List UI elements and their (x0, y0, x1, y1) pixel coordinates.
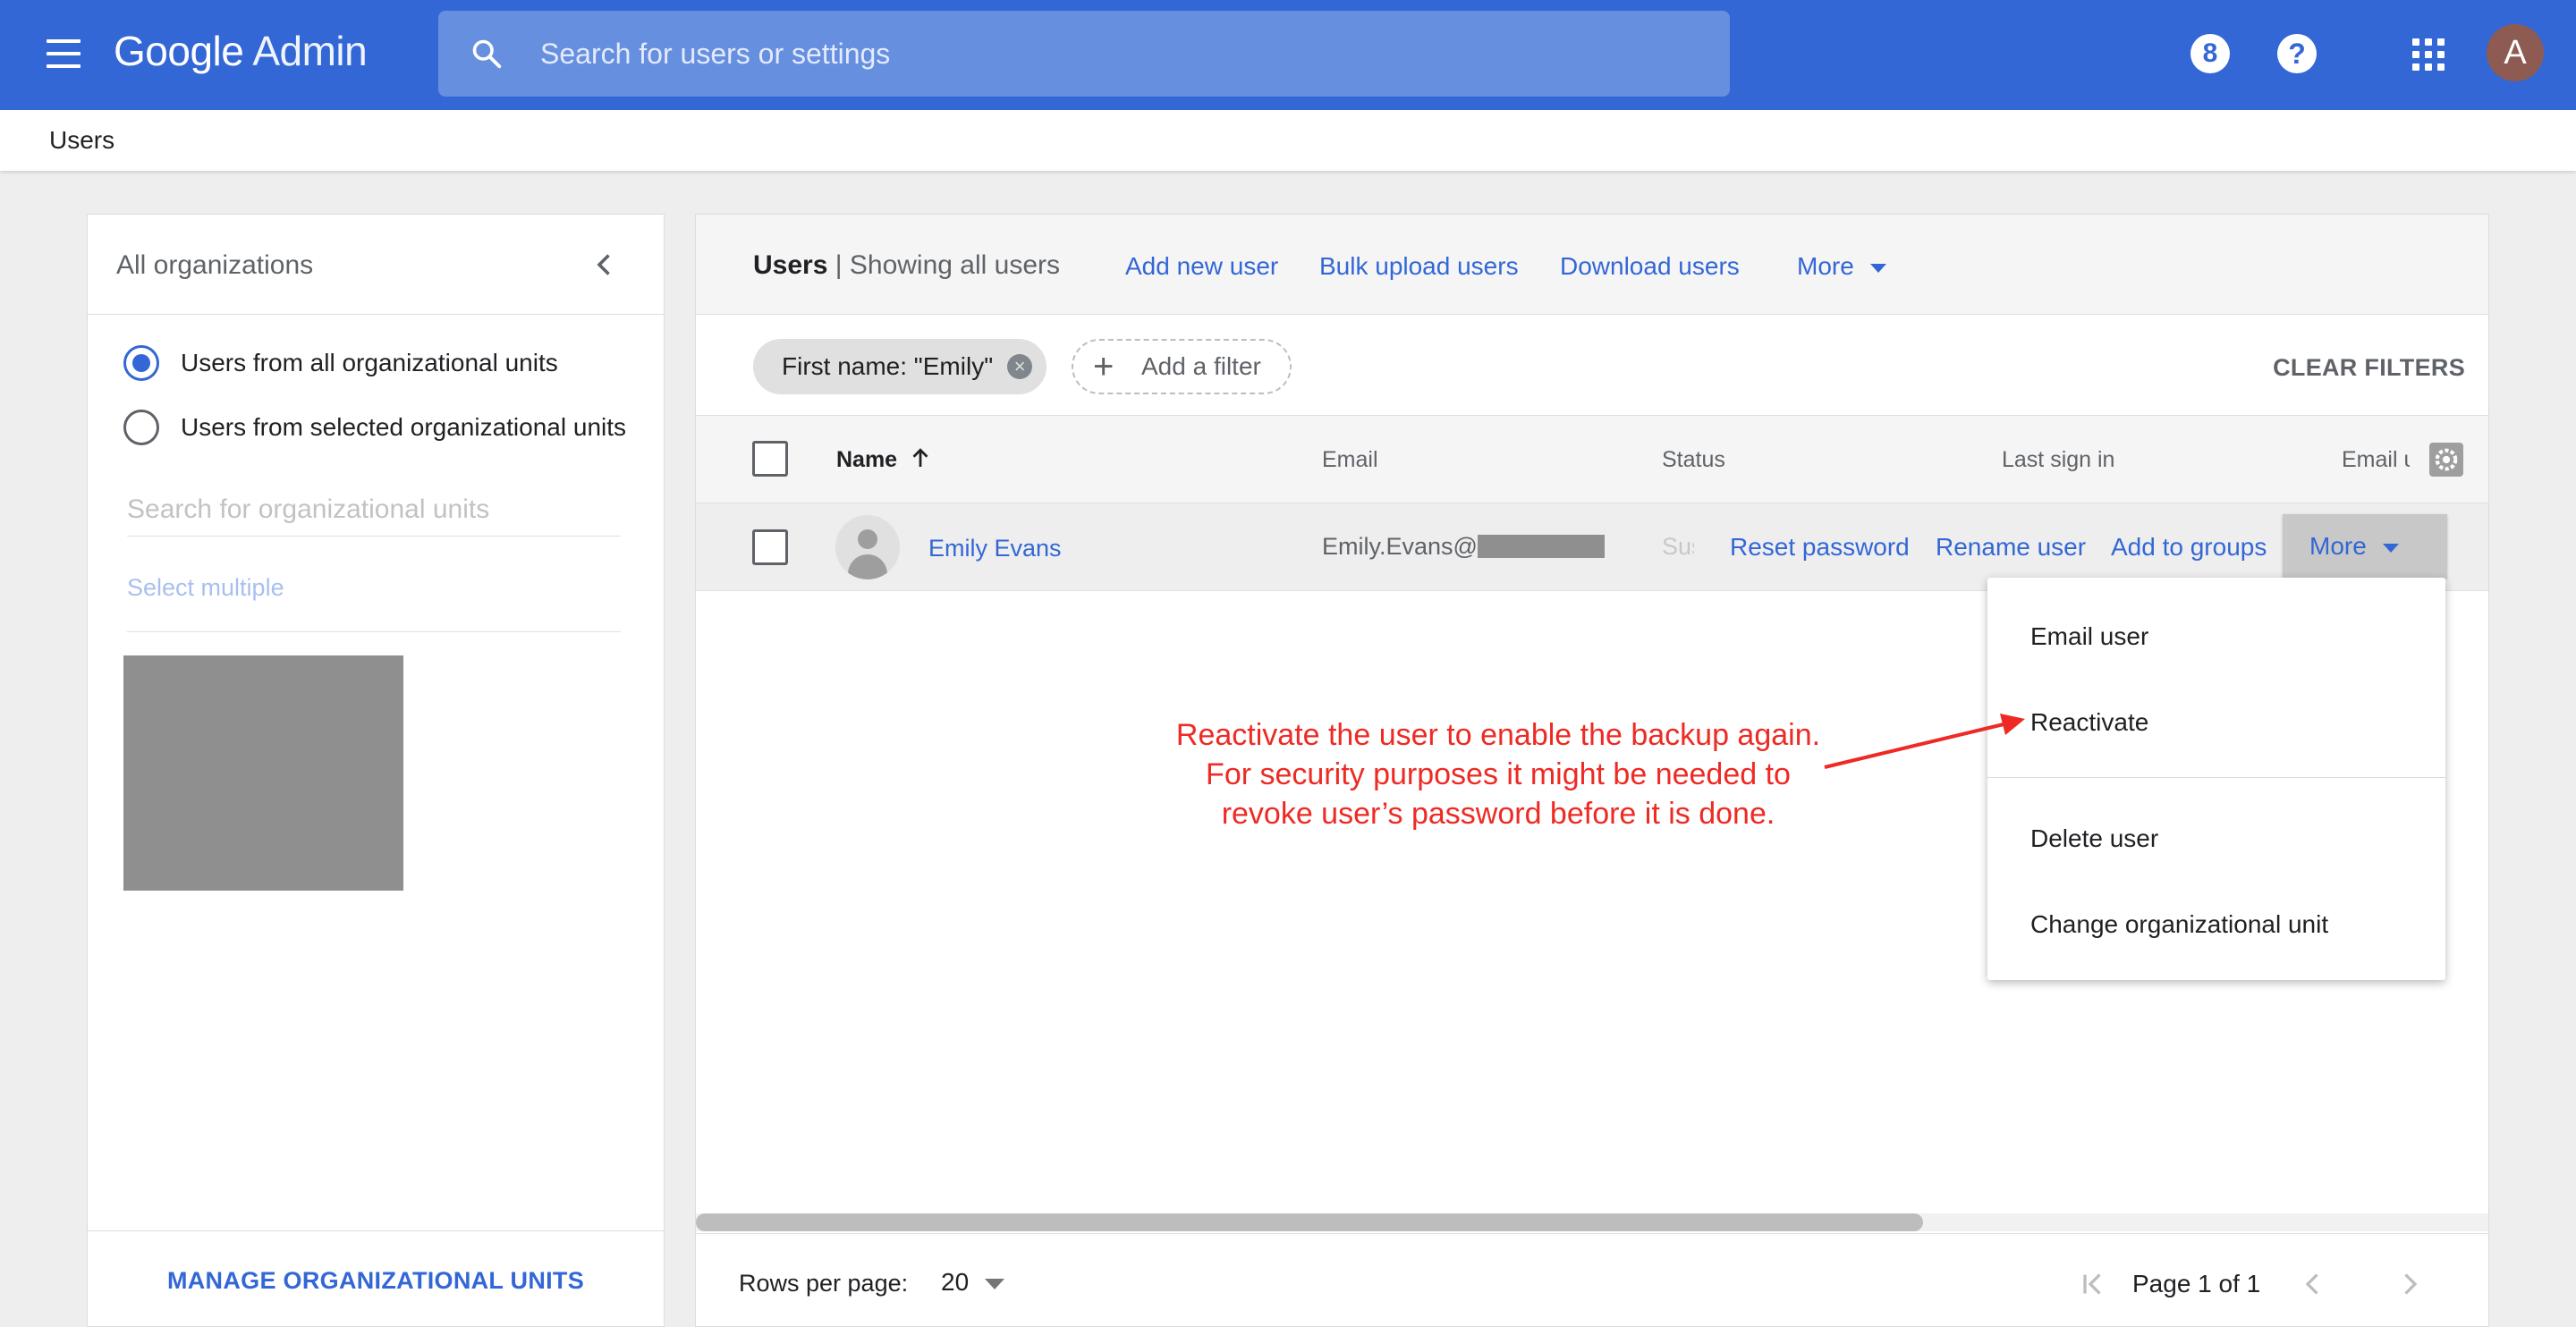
menu-divider (1987, 777, 2445, 778)
divider (127, 631, 621, 632)
page-indicator: Page 1 of 1 (2132, 1270, 2261, 1297)
add-filter-label: Add a filter (1141, 352, 1261, 380)
user-name-link[interactable]: Emily Evans (928, 535, 1062, 562)
org-panel-header: All organizations (88, 215, 664, 315)
notification-badge: 8 (2202, 38, 2218, 68)
scrollbar-thumb[interactable] (696, 1213, 1923, 1231)
title-separator: | (827, 250, 850, 280)
annotation-line: For security purposes it might be needed… (1206, 757, 1791, 791)
radio-selected-org-units[interactable]: Users from selected organizational units (123, 408, 626, 447)
collapse-panel-chevron-icon[interactable] (589, 249, 621, 281)
radio-button[interactable] (123, 410, 159, 445)
menu-item-email-user[interactable]: Email user (1987, 594, 2445, 680)
sort-ascending-icon[interactable] (907, 443, 934, 473)
annotation-line: revoke user’s password before it is done… (1221, 797, 1775, 831)
users-panel-title: Users | Showing all users (753, 250, 1060, 281)
filter-chip-label: First name: "Emily" (782, 352, 994, 380)
menu-item-reactivate[interactable]: Reactivate (1987, 680, 2445, 765)
select-all-checkbox[interactable] (752, 441, 788, 477)
breadcrumb-users: Users (49, 126, 115, 154)
rows-per-page-select[interactable]: 20 (941, 1268, 1005, 1297)
previous-page-icon[interactable] (2297, 1268, 2329, 1300)
row-more-button[interactable]: More (2283, 514, 2447, 579)
users-panel-header: Users | Showing all users Add new user B… (696, 215, 2488, 315)
add-filter-button[interactable]: + Add a filter (1072, 339, 1292, 394)
radio-all-org-units[interactable]: Users from all organizational units (123, 343, 558, 383)
menu-icon[interactable] (47, 38, 82, 70)
account-avatar[interactable]: A (2487, 24, 2544, 81)
filter-chip-first-name[interactable]: First name: "Emily" × (753, 339, 1047, 394)
download-users-link[interactable]: Download users (1560, 252, 1740, 281)
user-email: Emily.Evans@ (1322, 533, 1605, 561)
caret-down-icon (1869, 263, 1886, 273)
next-page-icon[interactable] (2394, 1268, 2426, 1300)
plus-icon: + (1093, 347, 1114, 386)
column-email-usage[interactable]: Email u (2342, 447, 2410, 473)
title-users: Users (753, 250, 828, 280)
apps-grid-icon[interactable] (2412, 38, 2445, 71)
org-units-panel: All organizations Users from all organiz… (87, 214, 665, 1327)
table-header: Name Email Status Last sign in Email u (696, 416, 2488, 503)
select-multiple-link[interactable]: Select multiple (127, 574, 284, 602)
horizontal-scrollbar[interactable] (696, 1213, 2488, 1231)
first-page-icon[interactable] (2077, 1268, 2109, 1300)
menu-item-delete-user[interactable]: Delete user (1987, 796, 2445, 882)
brand-admin: Admin (252, 28, 368, 74)
menu-item-change-org-unit[interactable]: Change organizational unit (1987, 882, 2445, 968)
rename-user-button[interactable]: Rename user (1936, 533, 2086, 562)
header-more-label: More (1797, 252, 1854, 280)
filter-bar: First name: "Emily" × + Add a filter CLE… (696, 315, 2488, 416)
column-last-sign-in[interactable]: Last sign in (2002, 447, 2114, 473)
caret-down-icon (985, 1278, 1005, 1289)
help-glyph: ? (2288, 38, 2306, 70)
org-panel-title: All organizations (116, 250, 314, 280)
manage-org-units-link[interactable]: MANAGE ORGANIZATIONAL UNITS (88, 1267, 664, 1295)
add-new-user-link[interactable]: Add new user (1125, 252, 1278, 281)
global-search-input[interactable] (540, 11, 1703, 97)
help-icon[interactable]: ? (2277, 34, 2317, 73)
header-more-button[interactable]: More (1797, 252, 1886, 281)
add-to-groups-button[interactable]: Add to groups (2111, 533, 2267, 562)
title-subtitle: Showing all users (849, 250, 1060, 280)
reset-password-button[interactable]: Reset password (1730, 533, 1910, 562)
column-email[interactable]: Email (1322, 447, 1378, 473)
remove-filter-icon[interactable]: × (1007, 354, 1033, 379)
annotation-line: Reactivate the user to enable the backup… (1175, 718, 1821, 752)
user-email-prefix: Emily.Evans@ (1322, 533, 1478, 560)
brand-google: Google (114, 28, 244, 74)
caret-down-icon (2382, 543, 2399, 553)
row-checkbox[interactable] (752, 529, 788, 565)
user-more-menu: Email user Reactivate Delete user Change… (1987, 578, 2445, 980)
radio-label: Users from selected organizational units (181, 413, 627, 441)
radio-label: Users from all organizational units (181, 349, 558, 376)
global-search[interactable] (438, 11, 1730, 97)
annotation-text: Reactivate the user to enable the backup… (1127, 715, 1869, 833)
top-app-bar: GoogleAdmin 8 ? A (0, 0, 2576, 110)
search-icon (472, 39, 502, 69)
redacted-org-tree (123, 655, 403, 891)
column-settings-gear-icon[interactable] (2429, 443, 2463, 477)
row-more-label: More (2309, 532, 2367, 560)
user-status: Susp (1662, 533, 1694, 560)
column-status[interactable]: Status (1662, 447, 1725, 473)
annotation-arrow-icon (1824, 714, 2025, 769)
clear-filters-button[interactable]: CLEAR FILTERS (2273, 354, 2465, 382)
rows-per-page-value: 20 (941, 1268, 970, 1296)
radio-button-selected[interactable] (123, 345, 159, 381)
bulk-upload-users-link[interactable]: Bulk upload users (1319, 252, 1519, 281)
redacted-domain (1477, 535, 1605, 558)
org-panel-footer: MANAGE ORGANIZATIONAL UNITS (88, 1230, 664, 1327)
user-avatar (835, 515, 900, 579)
org-unit-search-input[interactable] (127, 483, 621, 537)
google-admin-logo[interactable]: Google Admin (114, 27, 368, 75)
rows-per-page-label: Rows per page: (739, 1270, 909, 1297)
breadcrumb: Users (0, 110, 2576, 171)
column-name[interactable]: Name (836, 447, 897, 473)
pagination-bar: Rows per page: 20 Page 1 of 1 (696, 1233, 2488, 1327)
notifications-icon[interactable]: 8 (2190, 34, 2230, 73)
